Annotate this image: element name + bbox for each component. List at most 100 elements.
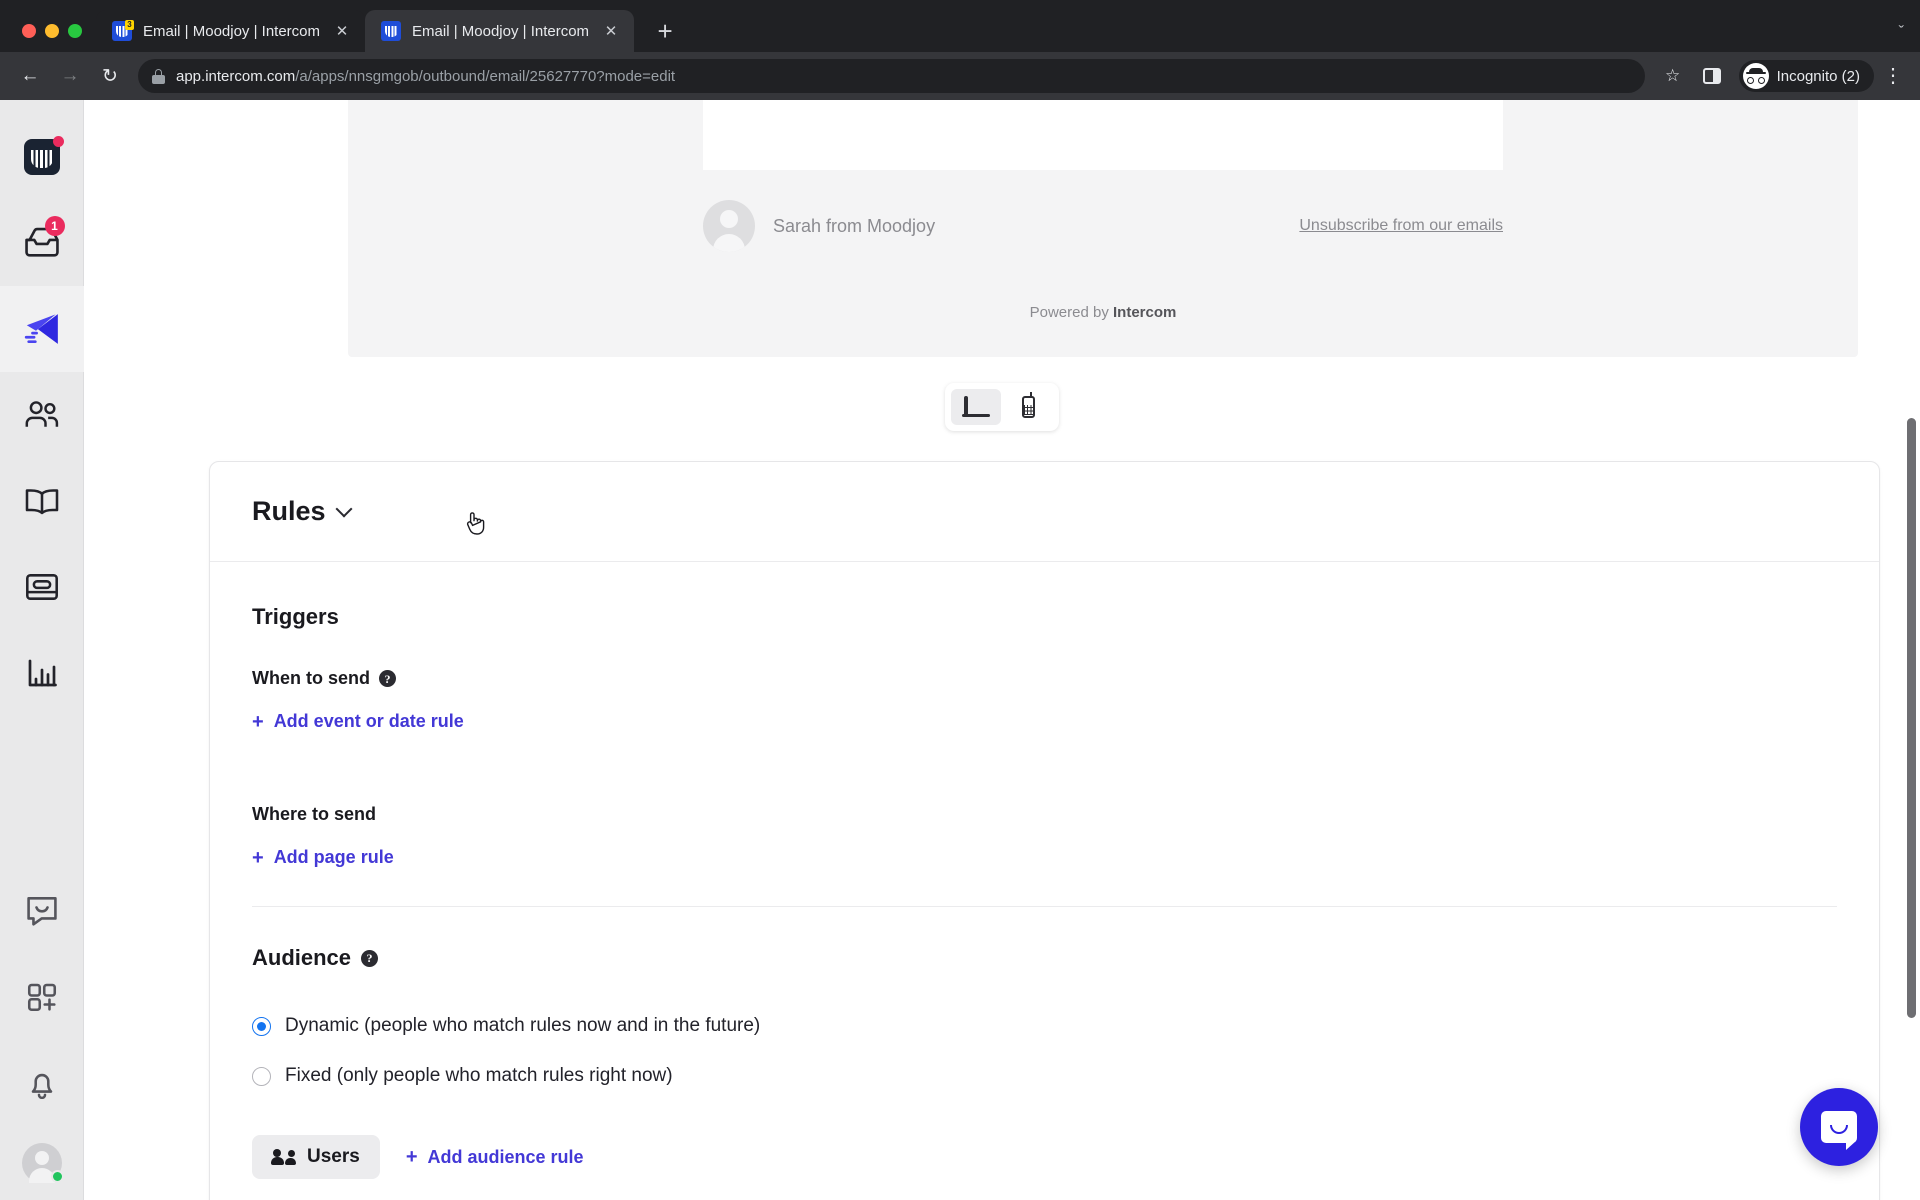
- add-audience-rule-button[interactable]: + Add audience rule: [406, 1147, 584, 1168]
- apps-grid-icon: [27, 983, 56, 1012]
- intercom-favicon-icon: 3: [112, 20, 134, 41]
- sidebar-item-articles[interactable]: [0, 458, 84, 544]
- sidebar-item-outbound[interactable]: [0, 286, 84, 372]
- bell-icon: [31, 1073, 52, 1099]
- minimize-window-button[interactable]: [45, 24, 59, 38]
- page-scrollbar[interactable]: [1904, 100, 1920, 1200]
- audience-heading: Audience ?: [252, 945, 1879, 971]
- back-button[interactable]: ←: [12, 58, 48, 94]
- sender-avatar: [703, 200, 755, 252]
- main-content: Sarah from Moodjoy Unsubscribe from our …: [84, 100, 1920, 1200]
- audience-controls: Users + Add audience rule: [252, 1135, 1879, 1179]
- bookmark-star-icon[interactable]: ☆: [1657, 66, 1689, 86]
- close-window-button[interactable]: [22, 24, 36, 38]
- sidebar-item-messenger[interactable]: [0, 868, 84, 954]
- email-body: [703, 100, 1503, 170]
- sidebar-item-news[interactable]: [0, 544, 84, 630]
- intercom-messenger-launcher[interactable]: [1800, 1088, 1878, 1166]
- users-filter-pill[interactable]: Users: [252, 1135, 380, 1179]
- scrollbar-thumb[interactable]: [1907, 418, 1916, 1018]
- powered-by-label: Powered by Intercom: [703, 304, 1503, 321]
- app-sidebar: 1: [0, 100, 84, 1200]
- intercom-favicon-icon: [381, 21, 402, 41]
- incognito-profile-button[interactable]: Incognito (2): [1738, 60, 1874, 92]
- sidebar-item-contacts[interactable]: [0, 372, 84, 458]
- chat-bubble-icon: [1821, 1111, 1857, 1150]
- url-path: /a/apps/nnsgmgob/outbound/email/25627770…: [295, 67, 676, 85]
- sidebar-item-inbox[interactable]: 1: [0, 200, 84, 286]
- tab-search-chevron-down-icon[interactable]: ˇ: [1899, 24, 1904, 42]
- help-icon[interactable]: ?: [361, 949, 379, 967]
- add-event-or-date-rule-button[interactable]: + Add event or date rule: [252, 711, 1879, 732]
- mobile-phone-icon: [1021, 392, 1035, 418]
- audience-option-dynamic-label: Dynamic (people who match rules now and …: [285, 1015, 761, 1036]
- chevron-down-icon[interactable]: [335, 500, 353, 517]
- help-icon[interactable]: ?: [379, 670, 396, 687]
- paper-plane-icon: [24, 314, 58, 344]
- bar-chart-icon: [28, 659, 57, 687]
- close-tab-button[interactable]: ✕: [600, 20, 622, 42]
- url-host: app.intercom.com: [176, 67, 296, 85]
- sidebar-avatar[interactable]: [0, 1126, 84, 1200]
- browser-menu-icon[interactable]: ⋮: [1878, 66, 1908, 86]
- radio-dynamic[interactable]: [252, 1016, 271, 1036]
- sidebar-item-reports[interactable]: [0, 630, 84, 716]
- page-viewport: 1 Sarah from Moodjoy Unsubscribe from ou…: [0, 100, 1920, 1200]
- tab-title: Email | Moodjoy | Intercom: [412, 22, 590, 40]
- device-preview-toggle: [945, 383, 1059, 431]
- browser-tab-1[interactable]: 3 Email | Moodjoy | Intercom ✕: [96, 10, 366, 52]
- sender-name: Sarah from Moodjoy: [773, 215, 936, 236]
- audience-option-fixed[interactable]: Fixed (only people who match rules right…: [252, 1065, 1879, 1087]
- device-desktop-button[interactable]: [951, 389, 1001, 425]
- mouse-cursor-pointer: [466, 512, 485, 535]
- plus-icon: +: [252, 710, 264, 733]
- unsubscribe-link[interactable]: Unsubscribe from our emails: [1299, 217, 1503, 235]
- favicon-badge: 3: [125, 20, 134, 30]
- where-to-send-label: Where to send: [252, 804, 1879, 825]
- inbox-badge: 1: [44, 216, 65, 236]
- audience-option-fixed-label: Fixed (only people who match rules right…: [285, 1065, 673, 1086]
- forward-button[interactable]: →: [52, 58, 88, 94]
- laptop-icon: [962, 396, 990, 417]
- sidebar-item-notifications[interactable]: [0, 1040, 84, 1126]
- window-controls[interactable]: [14, 24, 96, 52]
- new-tab-button[interactable]: +: [648, 14, 682, 48]
- device-mobile-button[interactable]: [1003, 389, 1053, 425]
- email-preview: Sarah from Moodjoy Unsubscribe from our …: [348, 100, 1858, 357]
- triggers-heading: Triggers: [252, 604, 339, 629]
- notification-dot: [52, 136, 64, 147]
- when-to-send-text: When to send: [252, 668, 370, 688]
- incognito-label: Incognito (2): [1776, 67, 1860, 85]
- add-event-or-date-rule-label: Add event or date rule: [273, 711, 464, 731]
- sidebar-item-apps[interactable]: [0, 954, 84, 1040]
- plus-icon: +: [405, 1146, 418, 1168]
- tab-title: Email | Moodjoy | Intercom: [143, 22, 321, 40]
- reload-button[interactable]: ↻: [92, 58, 128, 94]
- maximize-window-button[interactable]: [68, 24, 82, 38]
- avatar: [21, 1143, 64, 1183]
- news-icon: [25, 574, 58, 600]
- when-to-send-label: When to send ?: [252, 668, 1879, 689]
- users-icon: [271, 1149, 296, 1165]
- device-preview-toggle-wrap: [84, 383, 1920, 431]
- audience-heading-text: Audience: [252, 945, 352, 970]
- browser-window: 3 Email | Moodjoy | Intercom ✕ Email | M…: [0, 0, 1920, 1200]
- browser-tab-2[interactable]: Email | Moodjoy | Intercom ✕: [365, 10, 635, 52]
- powered-brand: Intercom: [1113, 304, 1177, 321]
- browser-toolbar: ← → ↻ app.intercom.com/a/apps/nnsgmgob/o…: [0, 52, 1920, 100]
- rules-card: Rules Triggers When to send ? + Add even…: [209, 461, 1880, 1200]
- rules-header[interactable]: Rules: [210, 462, 1879, 562]
- radio-fixed[interactable]: [252, 1066, 271, 1086]
- email-footer: Sarah from Moodjoy Unsubscribe from our …: [703, 170, 1503, 321]
- side-panel-icon[interactable]: [1702, 68, 1721, 84]
- address-bar[interactable]: app.intercom.com/a/apps/nnsgmgob/outboun…: [138, 59, 1645, 93]
- sidebar-item-intercom-home[interactable]: [0, 114, 84, 200]
- book-icon: [25, 489, 58, 515]
- close-tab-button[interactable]: ✕: [331, 20, 353, 42]
- users-pill-label: Users: [307, 1146, 360, 1167]
- add-page-rule-button[interactable]: + Add page rule: [252, 847, 1879, 868]
- people-icon: [25, 401, 58, 427]
- audience-option-dynamic[interactable]: Dynamic (people who match rules now and …: [252, 1015, 1879, 1037]
- where-to-send-text: Where to send: [252, 804, 377, 824]
